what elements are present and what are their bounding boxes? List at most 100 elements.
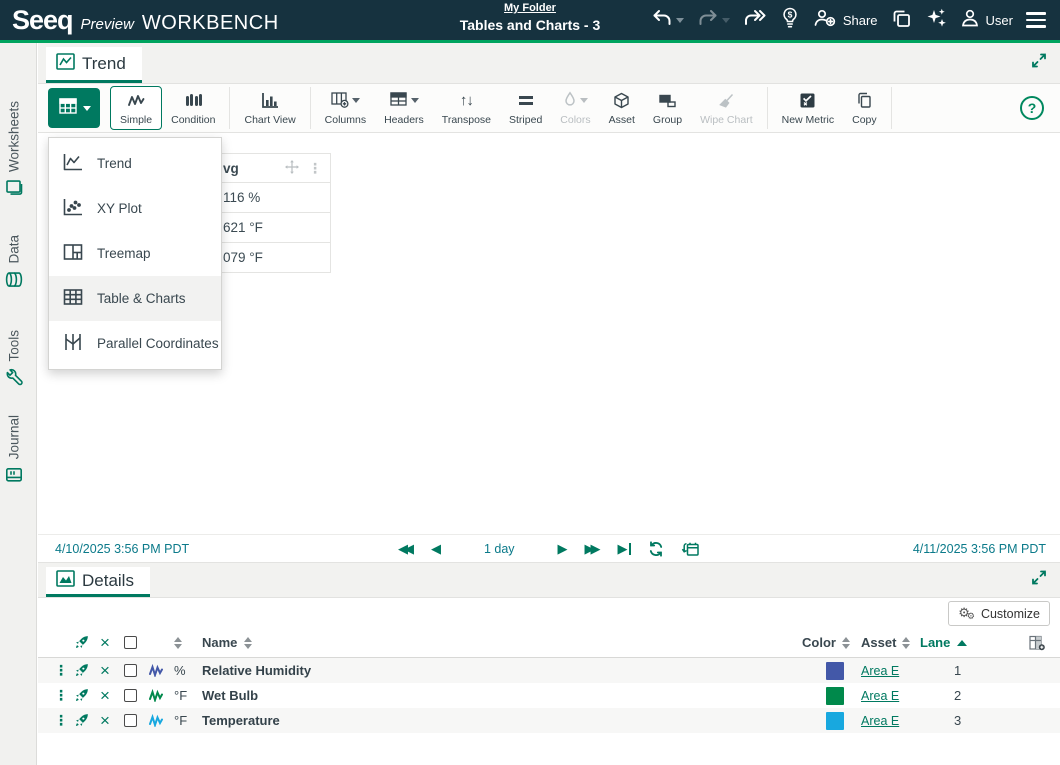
- step-forward-icon[interactable]: ▶: [558, 542, 568, 555]
- step-to-now-icon[interactable]: ▶: [618, 542, 632, 555]
- striped-button[interactable]: Striped: [500, 86, 551, 130]
- color-swatch[interactable]: [826, 687, 844, 705]
- remove-item-icon[interactable]: ×: [100, 712, 124, 729]
- item-name[interactable]: Relative Humidity: [202, 663, 780, 678]
- view-selector-button[interactable]: [48, 88, 100, 128]
- user-menu-button[interactable]: User: [960, 8, 1013, 33]
- column-header-asset[interactable]: Asset: [861, 635, 896, 650]
- undo-button[interactable]: [651, 8, 684, 33]
- headers-button[interactable]: Headers: [375, 86, 433, 130]
- customize-button[interactable]: ⚙⚙ Customize: [948, 601, 1050, 626]
- menu-item-table-charts[interactable]: Table & Charts: [49, 276, 221, 321]
- lane-value: 1: [920, 663, 996, 678]
- worksheets-panel-button[interactable]: [891, 8, 912, 33]
- asset-link[interactable]: Area E: [855, 664, 920, 678]
- toolbar-separator: [767, 87, 768, 129]
- add-column-icon[interactable]: [996, 635, 1046, 651]
- item-name[interactable]: Temperature: [202, 713, 780, 728]
- sort-color-icon[interactable]: [842, 637, 850, 649]
- item-name[interactable]: Wet Bulb: [202, 688, 780, 703]
- column-header-color[interactable]: Color: [802, 635, 836, 650]
- share-button[interactable]: Share: [813, 8, 878, 33]
- duration-label[interactable]: 1 day: [484, 542, 515, 556]
- details-tabstrip: Details: [38, 562, 1060, 598]
- undo-caret-icon[interactable]: [676, 18, 684, 23]
- menu-item-xy-plot[interactable]: XY Plot: [49, 186, 221, 231]
- remove-all-icon[interactable]: ×: [100, 634, 124, 651]
- ai-assistant-button[interactable]: [925, 7, 947, 34]
- trend-expand-icon[interactable]: [1030, 52, 1048, 75]
- group-button[interactable]: Group: [644, 86, 691, 130]
- menu-item-trend[interactable]: Trend: [49, 141, 221, 186]
- hamburger-menu-icon[interactable]: [1026, 12, 1046, 28]
- column-header-lane[interactable]: Lane: [920, 635, 950, 650]
- wipe-chart-button[interactable]: Wipe Chart: [691, 86, 762, 130]
- redo-all-button[interactable]: [743, 8, 767, 33]
- chevron-down-icon: [352, 98, 360, 103]
- sidebar-item-worksheets[interactable]: Worksheets: [5, 101, 23, 197]
- help-button[interactable]: ?: [1020, 96, 1044, 120]
- menu-item-treemap[interactable]: Treemap: [49, 231, 221, 276]
- wipe-chart-label: Wipe Chart: [700, 114, 753, 126]
- auto-update-calendar-icon[interactable]: [681, 541, 700, 557]
- range-start-time[interactable]: 4/10/2025 3:56 PM PDT: [55, 542, 189, 556]
- select-all-checkbox[interactable]: [124, 636, 137, 649]
- color-swatch[interactable]: [826, 662, 844, 680]
- sort-asset-icon[interactable]: [902, 637, 910, 649]
- new-metric-button[interactable]: New Metric: [773, 86, 844, 130]
- redo-caret-icon[interactable]: [722, 18, 730, 23]
- suggestions-button[interactable]: $: [780, 7, 800, 34]
- transpose-arrows-icon: ↑↓: [460, 91, 473, 111]
- sidebar-item-tools[interactable]: Tools: [5, 330, 23, 387]
- row-menu-icon[interactable]: ⋮: [54, 714, 74, 727]
- tab-details[interactable]: Details: [46, 567, 150, 597]
- details-expand-icon[interactable]: [1030, 569, 1048, 592]
- column-menu-icon[interactable]: ⋮: [308, 161, 322, 175]
- details-row-temperature[interactable]: ⋮ × °F Temperature Area E 3: [38, 708, 1060, 733]
- asset-link[interactable]: Area E: [855, 689, 920, 703]
- transpose-button[interactable]: ↑↓ Transpose: [433, 86, 500, 130]
- row-checkbox[interactable]: [124, 714, 137, 727]
- sidebar-item-journal[interactable]: Journal: [5, 415, 23, 484]
- asset-link[interactable]: Area E: [855, 714, 920, 728]
- chart-view-button[interactable]: Chart View: [235, 86, 304, 130]
- sort-ascending-icon[interactable]: [957, 640, 967, 646]
- group-label: Group: [653, 114, 682, 126]
- sort-unit-icon[interactable]: [174, 637, 202, 649]
- asset-button[interactable]: Asset: [600, 86, 644, 130]
- send-rocket-icon[interactable]: [74, 713, 100, 728]
- column-header-name[interactable]: Name: [202, 635, 237, 650]
- range-end-time[interactable]: 4/11/2025 3:56 PM PDT: [913, 542, 1046, 556]
- sidebar-label: Data: [7, 235, 22, 264]
- step-back-icon[interactable]: ◀: [431, 542, 441, 555]
- move-column-icon[interactable]: [285, 160, 299, 177]
- redo-button[interactable]: [697, 8, 730, 33]
- simple-mode-button[interactable]: Simple: [110, 86, 162, 130]
- columns-button[interactable]: Columns: [316, 86, 375, 130]
- app-logo[interactable]: Seeq Preview WORKBENCH: [0, 5, 279, 36]
- step-back-double-icon[interactable]: ◀◀: [398, 542, 414, 555]
- row-menu-icon[interactable]: ⋮: [54, 689, 74, 702]
- row-checkbox[interactable]: [124, 664, 137, 677]
- refresh-icon[interactable]: [648, 541, 664, 557]
- sort-name-icon[interactable]: [244, 637, 252, 649]
- step-forward-double-icon[interactable]: ▶▶: [585, 542, 601, 555]
- row-checkbox[interactable]: [124, 689, 137, 702]
- copy-button[interactable]: Copy: [843, 86, 886, 130]
- color-swatch[interactable]: [826, 712, 844, 730]
- condition-mode-button[interactable]: Condition: [162, 86, 224, 130]
- row-menu-icon[interactable]: ⋮: [54, 664, 74, 677]
- sidebar-item-data[interactable]: Data: [5, 235, 23, 289]
- remove-item-icon[interactable]: ×: [100, 662, 124, 679]
- remove-item-icon[interactable]: ×: [100, 687, 124, 704]
- details-row-relative-humidity[interactable]: ⋮ × % Relative Humidity Area E 1: [38, 658, 1060, 683]
- send-rocket-icon[interactable]: [74, 688, 100, 703]
- tab-trend[interactable]: Trend: [46, 47, 142, 83]
- details-row-wet-bulb[interactable]: ⋮ × °F Wet Bulb Area E 2: [38, 683, 1060, 708]
- menu-item-parallel-coordinates[interactable]: Parallel Coordinates: [49, 321, 221, 366]
- redo-all-icon: [743, 8, 767, 33]
- colors-button[interactable]: Colors: [551, 86, 599, 130]
- send-all-rocket-icon[interactable]: [74, 635, 100, 650]
- send-rocket-icon[interactable]: [74, 663, 100, 678]
- breadcrumb-folder-link[interactable]: My Folder: [504, 2, 556, 14]
